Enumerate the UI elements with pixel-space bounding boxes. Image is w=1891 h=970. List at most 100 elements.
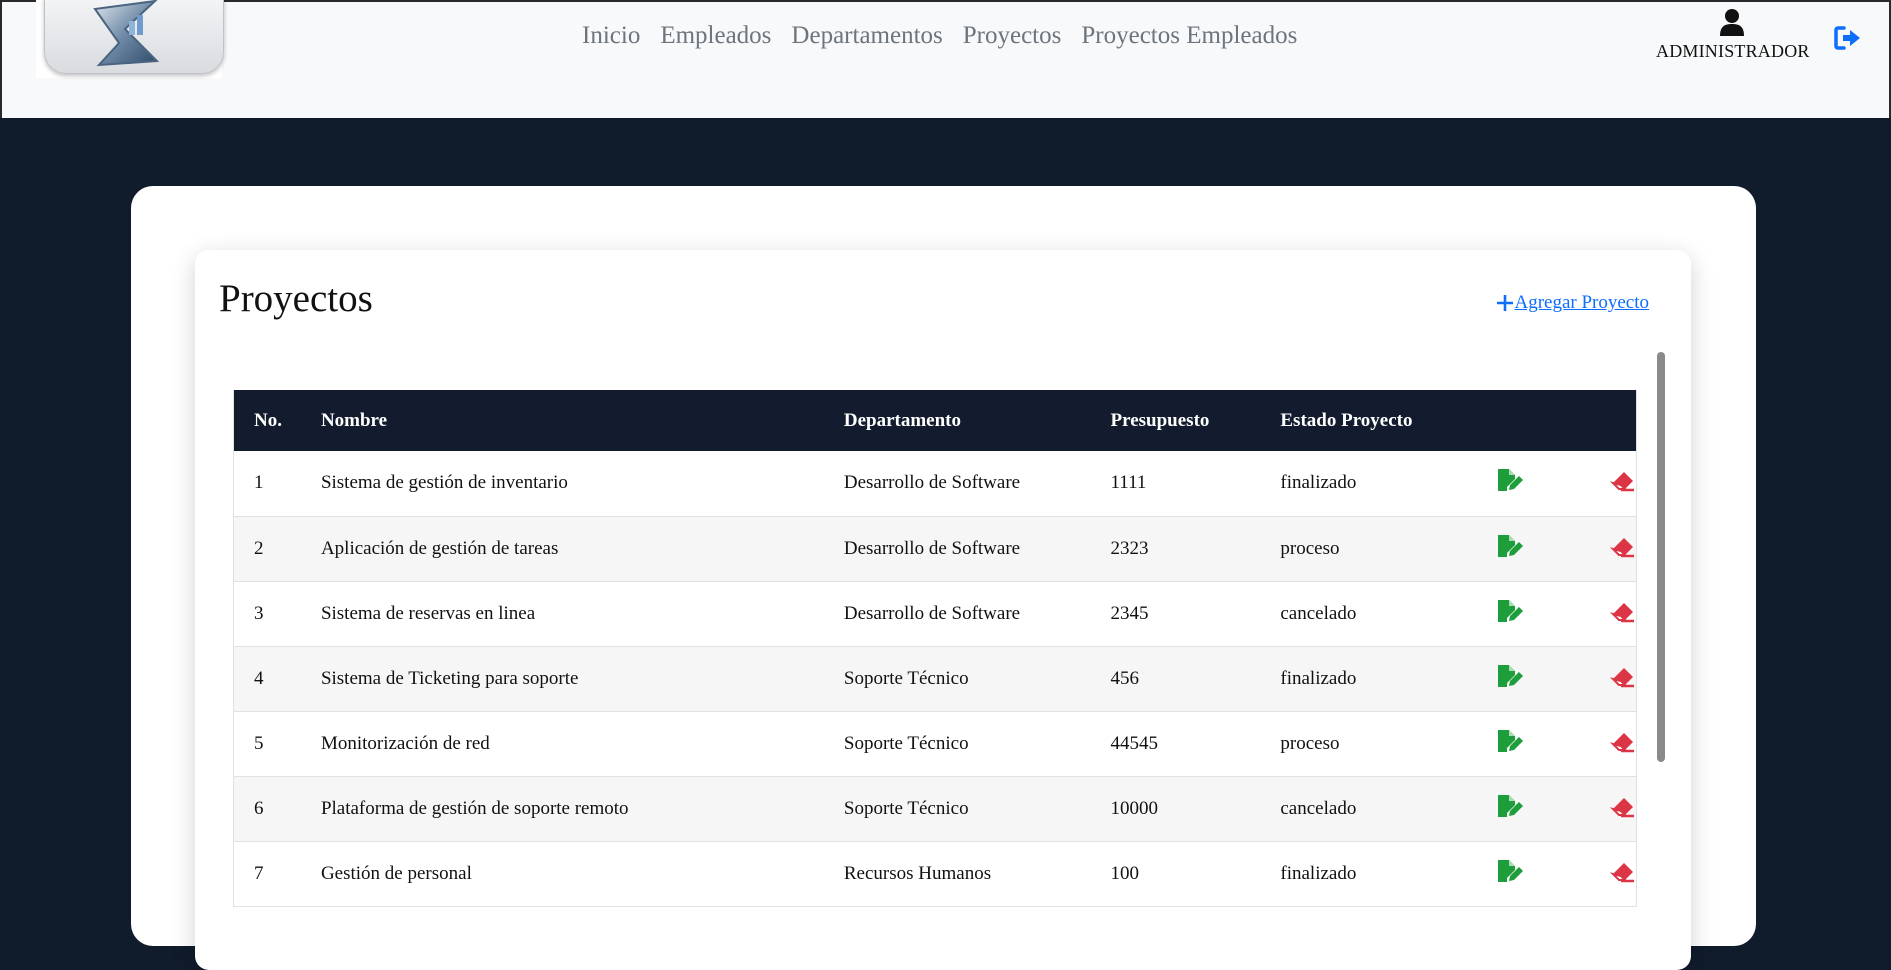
user-label: ADMINISTRADOR (1656, 41, 1810, 61)
add-project-link[interactable]: Agregar Proyecto (1496, 292, 1649, 314)
main-nav: Inicio Empleados Departamentos Proyectos… (582, 22, 1297, 50)
cell-no: 6 (233, 776, 301, 842)
cell-estado: finalizado (1260, 646, 1477, 712)
cell-presupuesto: 2323 (1090, 516, 1261, 582)
add-project-label: Agregar Proyecto (1514, 292, 1649, 313)
col-departamento: Departamento (843, 409, 962, 431)
cell-edit (1476, 776, 1552, 842)
cell-departamento: Desarrollo de Software (823, 516, 1091, 582)
cell-presupuesto: 10000 (1090, 776, 1261, 842)
cell-delete (1552, 451, 1637, 517)
table-row: 2 Aplicación de gestión de tareas Desarrol… (233, 516, 1637, 582)
cell-delete (1552, 516, 1637, 582)
delete-button[interactable] (1609, 468, 1636, 498)
delete-button[interactable] (1609, 534, 1636, 564)
edit-button[interactable] (1496, 858, 1524, 890)
scrollbar-thumb[interactable] (1657, 352, 1665, 762)
logout-icon (1834, 26, 1860, 50)
cell-edit (1476, 646, 1552, 712)
cell-estado: proceso (1260, 711, 1477, 777)
col-presupuesto: Presupuesto (1110, 409, 1210, 431)
cell-no: 7 (233, 841, 301, 907)
cell-delete (1552, 776, 1637, 842)
cell-departamento: Soporte Técnico (823, 776, 1091, 842)
edit-file-icon (1498, 664, 1524, 687)
cell-edit (1476, 581, 1552, 647)
company-logo-icon (93, 0, 160, 67)
page-title: Proyectos (219, 277, 373, 320)
eraser-icon (1609, 732, 1634, 752)
eraser-icon (1609, 602, 1634, 622)
cell-departamento: Soporte Técnico (823, 646, 1091, 712)
cell-estado: finalizado (1260, 451, 1477, 517)
cell-departamento: Soporte Técnico (823, 711, 1091, 777)
nav-empleados[interactable]: Empleados (660, 22, 771, 50)
eraser-icon (1609, 797, 1634, 817)
projects-card: Proyectos Agregar Proyecto No. Nombre De… (195, 250, 1691, 970)
cell-nombre: Sistema de gestión de inventario (300, 451, 824, 517)
cell-delete (1552, 581, 1637, 647)
content-container: Proyectos Agregar Proyecto No. Nombre De… (131, 186, 1756, 970)
table-row: 5 Monitorización de red Soporte Técnico 445… (233, 711, 1637, 777)
cell-presupuesto: 1111 (1090, 451, 1261, 517)
top-navbar: Inicio Empleados Departamentos Proyectos… (0, 0, 1891, 118)
cell-nombre: Aplicación de gestión de tareas (300, 516, 824, 582)
delete-button[interactable] (1609, 599, 1636, 629)
table-row: 4 Sistema de Ticketing para soporte Soport… (233, 646, 1637, 712)
cell-presupuesto: 44545 (1090, 711, 1261, 777)
nav-departamentos[interactable]: Departamentos (791, 22, 942, 50)
edit-button[interactable] (1496, 793, 1524, 825)
edit-file-icon (1498, 534, 1524, 557)
cell-presupuesto: 100 (1090, 841, 1261, 907)
edit-button[interactable] (1496, 728, 1524, 760)
edit-file-icon (1498, 859, 1524, 882)
eraser-icon (1609, 472, 1634, 492)
cell-nombre: Gestión de personal (300, 841, 824, 907)
user-menu[interactable]: ADMINISTRADOR (1656, 8, 1810, 62)
logout-button[interactable] (1834, 26, 1862, 55)
cell-departamento: Desarrollo de Software (823, 451, 1091, 517)
cell-delete (1552, 646, 1637, 712)
cell-no: 5 (233, 711, 301, 777)
cell-presupuesto: 456 (1090, 646, 1261, 712)
edit-button[interactable] (1496, 598, 1524, 630)
col-estado: Estado Proyecto (1280, 409, 1413, 431)
table-header-row: No. Nombre Departamento Presupuesto Esta… (233, 390, 1637, 451)
nav-proyectos-empleados[interactable]: Proyectos Empleados (1081, 22, 1297, 50)
plus-icon (1497, 295, 1514, 311)
col-edit (1476, 390, 1552, 451)
cell-edit (1476, 516, 1552, 582)
delete-button[interactable] (1609, 794, 1636, 824)
cell-estado: cancelado (1260, 776, 1477, 842)
cell-departamento: Desarrollo de Software (823, 581, 1091, 647)
edit-button[interactable] (1496, 467, 1524, 499)
eraser-icon (1609, 537, 1634, 557)
cell-no: 1 (233, 451, 301, 517)
edit-file-icon (1498, 794, 1524, 817)
cell-estado: proceso (1260, 516, 1477, 582)
cell-delete (1552, 711, 1637, 777)
edit-button[interactable] (1496, 663, 1524, 695)
projects-table: No. Nombre Departamento Presupuesto Esta… (233, 390, 1637, 907)
col-delete (1552, 390, 1637, 451)
delete-button[interactable] (1609, 664, 1636, 694)
logo[interactable] (36, 0, 224, 78)
cell-edit (1476, 451, 1552, 517)
edit-file-icon (1498, 599, 1524, 622)
cell-delete (1552, 841, 1637, 907)
cell-estado: finalizado (1260, 841, 1477, 907)
edit-file-icon (1498, 469, 1524, 492)
cell-estado: cancelado (1260, 581, 1477, 647)
cell-presupuesto: 2345 (1090, 581, 1261, 647)
nav-proyectos[interactable]: Proyectos (963, 22, 1062, 50)
logo-tile (44, 0, 224, 74)
edit-file-icon (1498, 729, 1524, 752)
delete-button[interactable] (1609, 729, 1636, 759)
table-row: 1 Sistema de gestión de inventario Desarro… (233, 451, 1637, 517)
edit-button[interactable] (1496, 533, 1524, 565)
nav-inicio[interactable]: Inicio (582, 22, 640, 50)
cell-nombre: Monitorización de red (300, 711, 824, 777)
table-row: 3 Sistema de reservas en linea Desarrollo … (233, 581, 1637, 647)
delete-button[interactable] (1609, 859, 1636, 889)
table-row: 6 Plataforma de gestión de soporte remoto… (233, 776, 1637, 842)
